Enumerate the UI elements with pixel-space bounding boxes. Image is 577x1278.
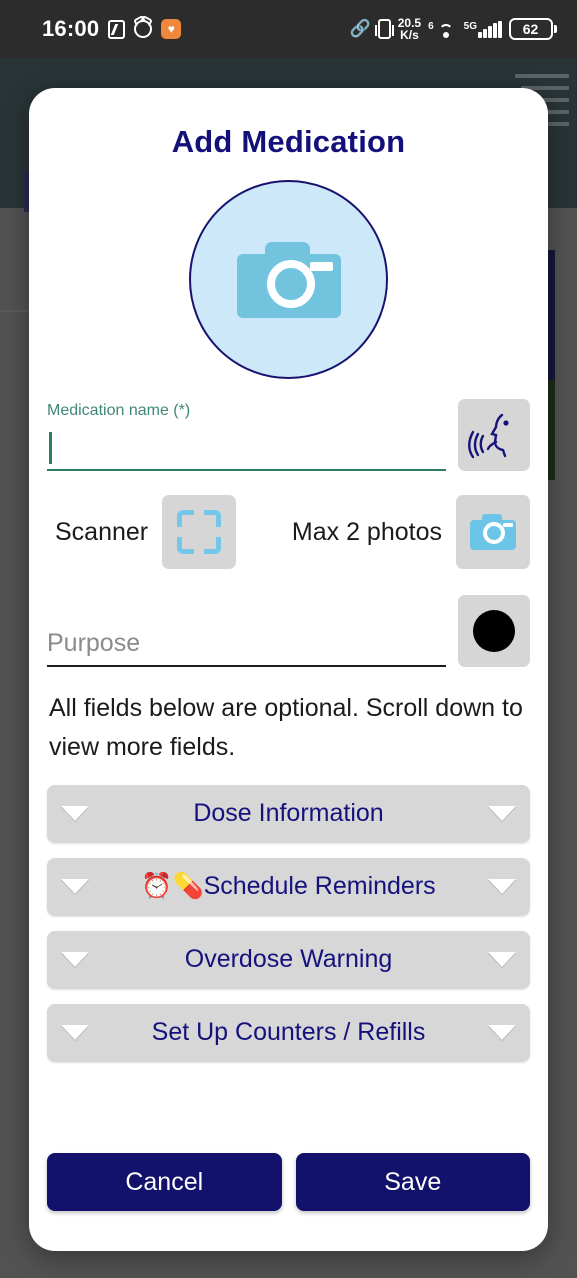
accordion-label: ⏰💊Schedule Reminders [89,872,488,901]
net-speed-unit: K/s [400,28,419,42]
chevron-down-icon [488,806,516,821]
status-bar-right: 🔗 20.5 K/s 6 5G 62 [350,17,557,41]
avatar[interactable] [189,180,388,379]
accordion-overdose-warning[interactable]: Overdose Warning [47,930,530,989]
purpose-row: Purpose [47,595,530,667]
status-clock: 16:00 [42,16,100,41]
bluetooth-icon: 🔗 [349,19,371,38]
chevron-down-icon [61,1025,89,1040]
alarm-icon [134,20,153,38]
medication-name-label: Medication name (*) [47,402,191,419]
chevron-down-icon [488,879,516,894]
take-photo-button[interactable] [456,495,530,569]
voice-input-button[interactable] [458,399,530,471]
accordion-list: Dose Information ⏰💊Schedule Reminders Ov… [47,784,530,1062]
accordion-label-text: Schedule Reminders [203,872,436,900]
save-button[interactable]: Save [295,1153,530,1211]
cancel-button[interactable]: Cancel [47,1153,282,1211]
battery-level-label: 62 [508,18,553,40]
dialog-actions: Cancel Save [47,1153,530,1211]
chevron-down-icon [488,1025,516,1040]
accordion-dose-information[interactable]: Dose Information [47,784,530,843]
nfc-icon [108,19,126,39]
wifi-icon [435,21,457,38]
network-type-label: 5G [463,20,477,32]
avatar-wrapper [47,180,530,379]
wifi-generation-label: 6 [428,20,434,32]
net-speed: 20.5 K/s [398,17,421,41]
signal-group: 5G [463,20,502,38]
page-title: Add Medication [171,124,406,159]
record-button[interactable] [458,595,530,667]
accordion-emoji: ⏰💊 [141,872,204,900]
accordion-label: Dose Information [193,799,384,827]
accordion-set-up-counters-refills[interactable]: Set Up Counters / Refills [47,1003,530,1062]
battery-indicator: 62 [508,18,557,40]
accordion-schedule-reminders[interactable]: ⏰💊Schedule Reminders [47,857,530,916]
voice-input-icon [468,413,509,459]
status-bar: 16:00 ♥ 🔗 20.5 K/s 6 5G 62 [0,0,577,58]
add-medication-dialog: Add Medication Medication name (*) Scann… [29,88,548,1251]
medication-name-field-group: Medication name (*) [47,402,446,471]
chevron-down-icon [61,879,89,894]
status-bar-left: 16:00 ♥ [42,16,182,42]
photos-label: Max 2 photos [291,517,442,546]
battery-tip [554,25,557,33]
chevron-down-icon [61,806,89,821]
scanner-label: Scanner [55,517,149,546]
health-shield-badge-icon: ♥ [161,19,182,39]
purpose-input[interactable]: Purpose [47,621,446,667]
chevron-down-icon [488,952,516,967]
purpose-field-group: Purpose [47,621,446,667]
medication-name-input[interactable] [47,426,446,471]
record-dot-icon [473,610,515,652]
medication-name-row: Medication name (*) [47,399,530,471]
camera-icon [470,514,516,550]
camera-placeholder-icon [236,241,341,318]
optional-fields-note: All fields below are optional. Scroll do… [49,694,523,761]
text-caret [49,431,52,464]
signal-bars-icon [478,20,502,38]
accordion-label: Overdose Warning [184,945,393,973]
scanner-photos-row: Scanner Max 2 photos [47,495,530,569]
chevron-down-icon [61,952,89,967]
purpose-placeholder: Purpose [47,628,141,657]
wifi-group: 6 [428,21,457,38]
scanner-button[interactable] [162,495,237,569]
accordion-label: Set Up Counters / Refills [151,1018,426,1046]
barcode-scan-frame-icon [177,510,222,554]
vibrate-icon [374,19,394,39]
